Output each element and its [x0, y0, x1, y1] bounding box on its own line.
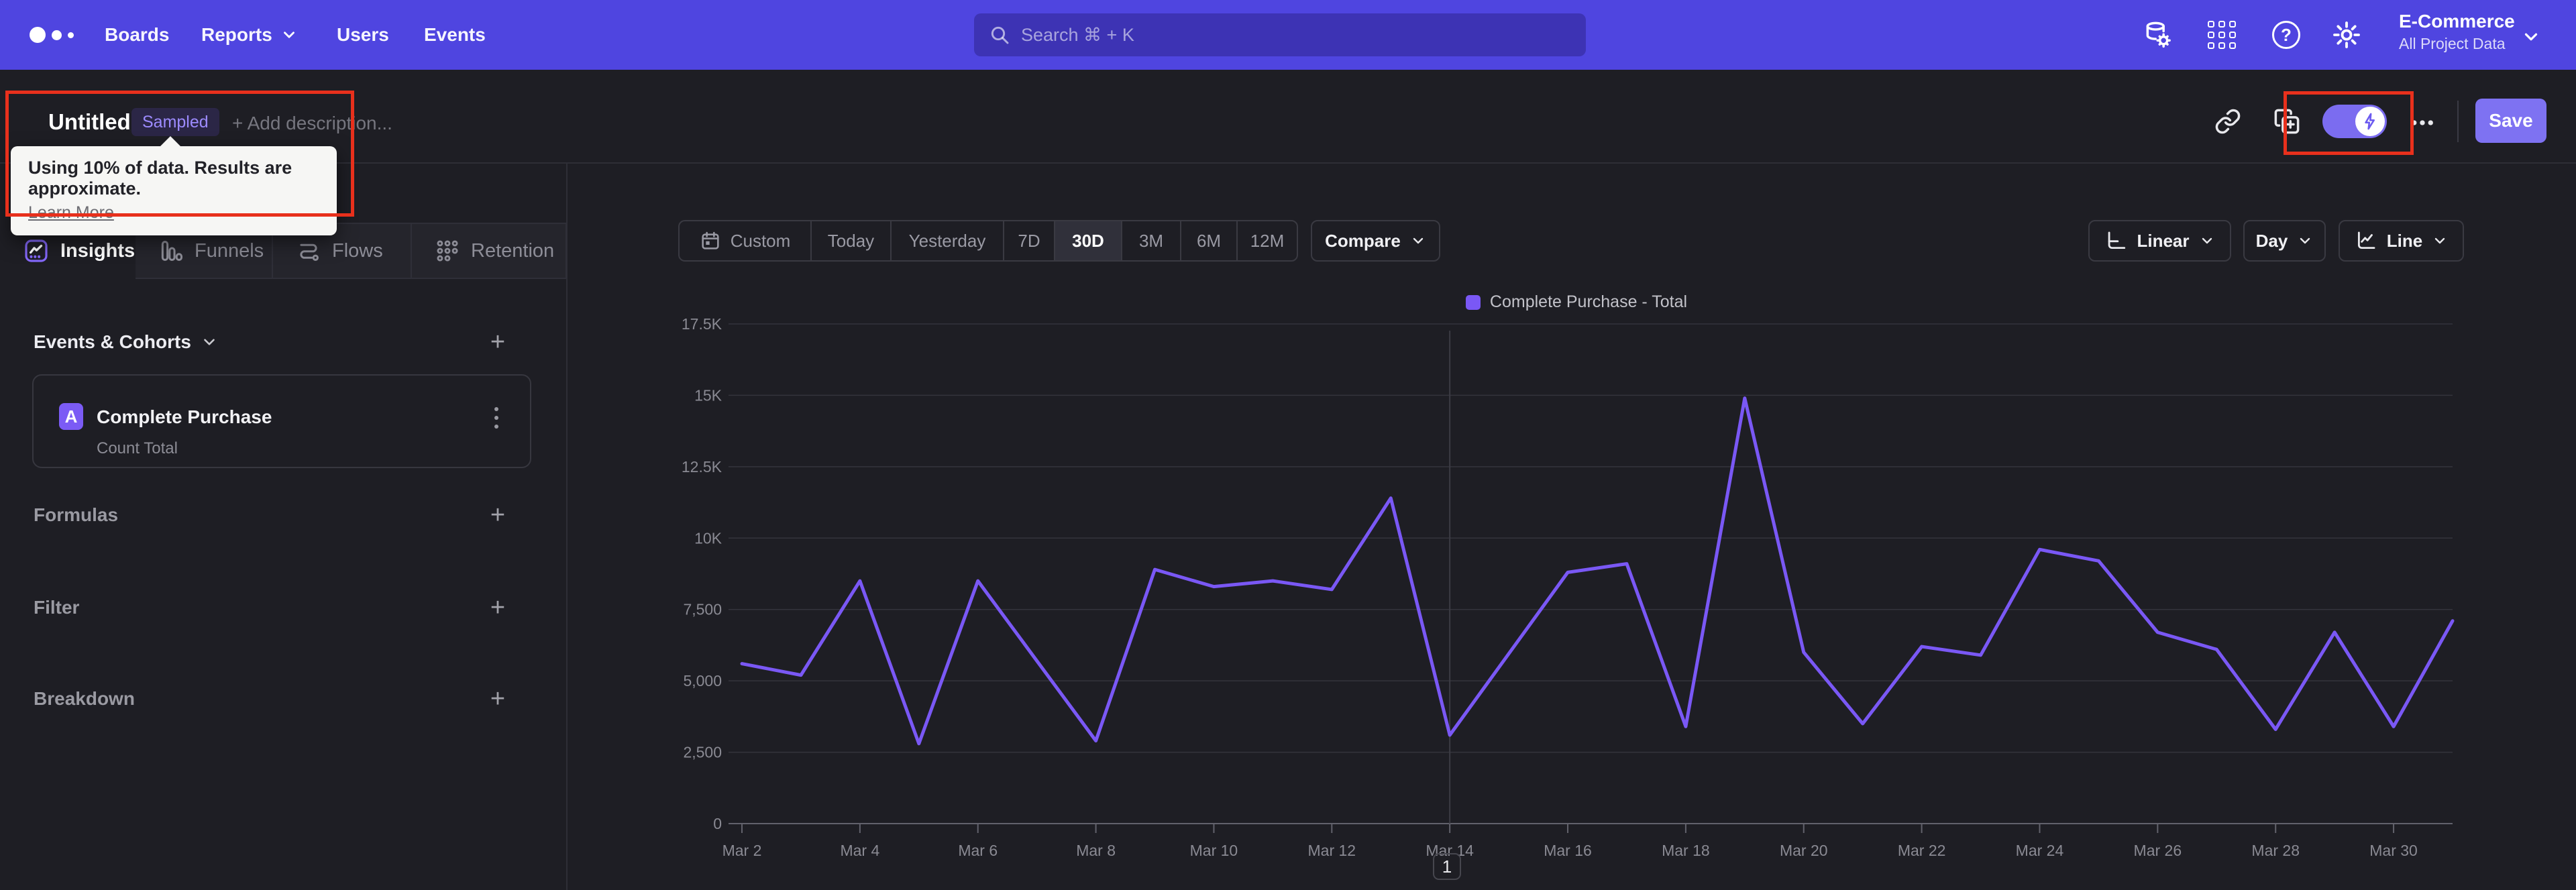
- linear-axis-icon: [2108, 231, 2126, 249]
- svg-text:Mar 28: Mar 28: [2251, 842, 2300, 859]
- calendar-icon: [702, 231, 719, 249]
- data-management-icon[interactable]: [2141, 19, 2174, 51]
- svg-text:Mar 18: Mar 18: [1662, 842, 1710, 859]
- svg-text:Mar 26: Mar 26: [2134, 842, 2182, 859]
- add-description-field[interactable]: + Add description...: [232, 113, 392, 134]
- svg-text:Mar 2: Mar 2: [722, 842, 762, 859]
- search-input[interactable]: Search ⌘ + K: [974, 13, 1586, 56]
- svg-text:7,500: 7,500: [683, 601, 722, 618]
- range-today[interactable]: Today: [810, 221, 890, 260]
- section-formulas: Formulas: [34, 504, 119, 525]
- svg-text:2,500: 2,500: [683, 744, 722, 761]
- project-name: E-Commerce: [2399, 11, 2515, 32]
- settings-gear-icon[interactable]: [2330, 19, 2363, 51]
- add-breakdown-button[interactable]: +: [484, 685, 511, 713]
- svg-text:Mar 16: Mar 16: [1544, 842, 1592, 859]
- range-custom[interactable]: Custom: [680, 221, 810, 260]
- learn-more-link[interactable]: Learn More: [28, 203, 114, 223]
- divider: [2457, 101, 2459, 142]
- more-options-icon[interactable]: [2407, 107, 2438, 138]
- project-scope: All Project Data: [2399, 35, 2506, 52]
- mixpanel-logo-icon[interactable]: [30, 27, 74, 43]
- tooltip-text: Using 10% of data. Results are approxima…: [28, 158, 292, 199]
- svg-text:Mar 6: Mar 6: [958, 842, 998, 859]
- project-switcher[interactable]: E-Commerce All Project Data: [2399, 11, 2515, 53]
- nav-item-users[interactable]: Users: [337, 0, 389, 70]
- chevron-down-icon: [204, 339, 215, 345]
- event-metric[interactable]: Count Total: [97, 439, 178, 458]
- nav-item-events[interactable]: Events: [424, 0, 486, 70]
- range-yesterday[interactable]: Yesterday: [890, 221, 1003, 260]
- report-title[interactable]: Untitled: [48, 109, 131, 135]
- range-6m[interactable]: 6M: [1180, 221, 1236, 260]
- svg-text:Mar 22: Mar 22: [1898, 842, 1946, 859]
- nav-item-boards[interactable]: Boards: [105, 0, 169, 70]
- retention-icon: [437, 240, 458, 262]
- sampled-badge[interactable]: Sampled: [131, 108, 219, 136]
- top-nav: Boards Reports Users Events Search ⌘ + K…: [0, 0, 2576, 70]
- tab-retention[interactable]: Retention: [412, 223, 567, 279]
- svg-text:0: 0: [713, 815, 722, 832]
- chevron-down-icon: [2435, 237, 2445, 244]
- range-7d[interactable]: 7D: [1003, 221, 1054, 260]
- chevron-down-icon: [2202, 237, 2212, 244]
- svg-text:17.5K: 17.5K: [682, 315, 722, 333]
- svg-text:Mar 20: Mar 20: [1780, 842, 1828, 859]
- help-icon[interactable]: ?: [2270, 19, 2302, 51]
- series-letter-badge: A: [59, 403, 83, 430]
- range-30d[interactable]: 30D: [1054, 221, 1121, 260]
- search-placeholder: Search ⌘ + K: [1021, 24, 1134, 45]
- project-chevron-icon[interactable]: [2521, 27, 2541, 47]
- nav-item-reports[interactable]: Reports: [201, 0, 298, 70]
- svg-text:12.5K: 12.5K: [682, 458, 722, 476]
- funnels-icon: [161, 241, 183, 261]
- chart-type-dropdown[interactable]: Line: [2339, 220, 2464, 262]
- svg-text:15K: 15K: [694, 386, 722, 404]
- chevron-down-icon: [283, 32, 294, 38]
- add-formula-button[interactable]: +: [484, 501, 511, 529]
- events-cohorts-header[interactable]: Events & Cohorts: [34, 331, 218, 353]
- divider: [0, 162, 2576, 164]
- svg-text:Mar 8: Mar 8: [1076, 842, 1116, 859]
- copy-link-icon[interactable]: [2212, 106, 2243, 137]
- svg-text:Mar 12: Mar 12: [1308, 842, 1356, 859]
- add-filter-button[interactable]: +: [484, 594, 511, 622]
- event-options-icon[interactable]: [483, 402, 510, 433]
- search-icon: [991, 26, 1009, 44]
- apps-grid-icon[interactable]: [2206, 19, 2238, 51]
- event-name[interactable]: Complete Purchase: [97, 406, 272, 428]
- line-chart-icon: [2357, 231, 2375, 249]
- save-button[interactable]: Save: [2475, 99, 2546, 143]
- event-card[interactable]: A Complete Purchase Count Total: [32, 374, 531, 468]
- section-breakdown: Breakdown: [34, 688, 135, 709]
- chevron-down-icon: [1413, 237, 1424, 244]
- svg-text:Mar 24: Mar 24: [2016, 842, 2064, 859]
- pagination-page-1[interactable]: 1: [1433, 853, 1461, 880]
- svg-text:10K: 10K: [694, 529, 722, 547]
- chevron-down-icon: [2300, 237, 2310, 244]
- scale-dropdown[interactable]: Linear: [2088, 220, 2231, 262]
- svg-text:Mar 4: Mar 4: [840, 842, 879, 859]
- lightning-bolt-icon: [2365, 113, 2375, 130]
- interval-dropdown[interactable]: Day: [2243, 220, 2326, 262]
- svg-text:Mar 30: Mar 30: [2369, 842, 2418, 859]
- svg-text:Mar 10: Mar 10: [1190, 842, 1238, 859]
- range-12m[interactable]: 12M: [1236, 221, 1297, 260]
- svg-text:5,000: 5,000: [683, 672, 722, 689]
- add-to-board-icon[interactable]: [2271, 106, 2302, 137]
- date-range-control: Custom Today Yesterday 7D 30D 3M 6M 12M: [678, 220, 1298, 262]
- sampling-tooltip: Using 10% of data. Results are approxima…: [11, 136, 337, 235]
- compare-button[interactable]: Compare: [1311, 220, 1440, 262]
- flows-icon: [300, 243, 319, 261]
- insights-icon: [25, 239, 48, 262]
- range-3m[interactable]: 3M: [1121, 221, 1180, 260]
- add-event-button[interactable]: +: [484, 328, 511, 356]
- section-filter: Filter: [34, 597, 80, 618]
- sampling-toggle[interactable]: [2322, 105, 2387, 138]
- line-chart[interactable]: 0 2,500 5,000 7,500 10K 12.5K 15K 17.5K Mar 2 Mar…: [671, 305, 2482, 882]
